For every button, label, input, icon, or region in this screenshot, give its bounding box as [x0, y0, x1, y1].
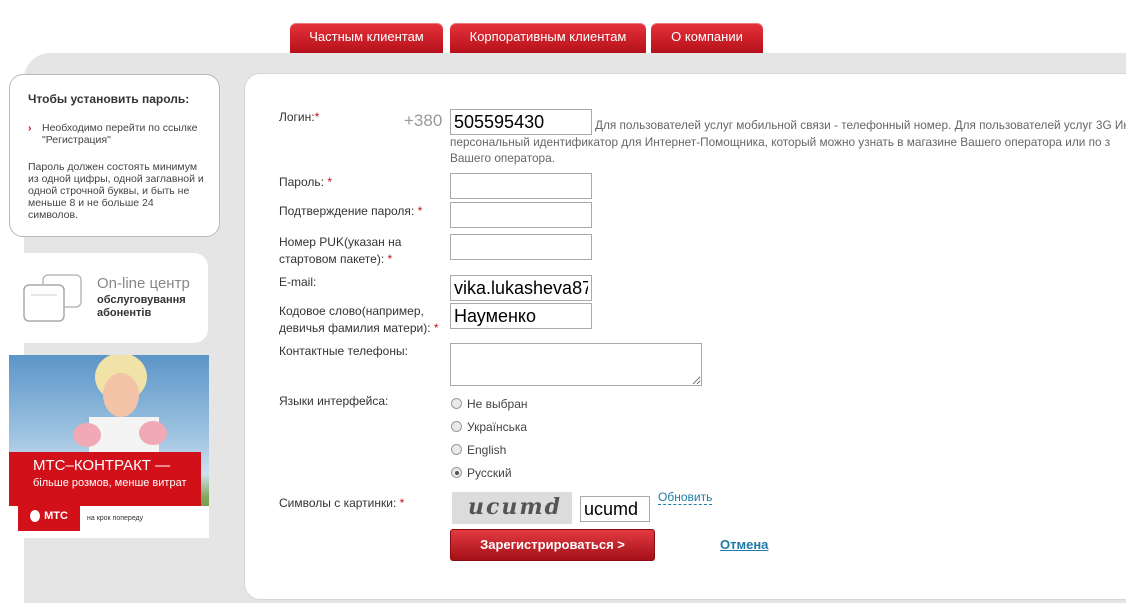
- password-info-bullet: › Необходимо перейти по ссылке "Регистра…: [28, 122, 198, 146]
- password-rules: Пароль должен состоять минимум из одной …: [28, 161, 204, 221]
- online-center-subtitle: обслуговування абонентів: [97, 294, 186, 319]
- radio-icon: [451, 444, 462, 455]
- mts-egg-icon: [30, 510, 41, 523]
- language-radio-ukrainian[interactable]: Українська: [451, 420, 527, 434]
- captcha-refresh-link[interactable]: Обновить: [658, 490, 713, 505]
- confirm-password-input[interactable]: [450, 202, 592, 228]
- radio-selected-icon: [451, 467, 462, 478]
- registration-hint: Необходимо перейти по ссылке "Регистраци…: [42, 122, 198, 146]
- codeword-label: Кодовое слово(например, девичья фамилия …: [279, 304, 439, 335]
- email-label: E-mail:: [279, 275, 317, 289]
- codeword-input[interactable]: [450, 303, 592, 329]
- language-radio-russian[interactable]: Русский: [451, 466, 512, 480]
- chat-windows-icon: [23, 274, 82, 322]
- mts-logo: МТС: [18, 501, 80, 531]
- bullet-arrow-icon: ›: [28, 122, 32, 134]
- cancel-link[interactable]: Отмена: [720, 537, 768, 552]
- login-hint-line3: Вашего оператора.: [450, 151, 555, 165]
- password-info-box: Чтобы установить пароль: › Необходимо пе…: [9, 74, 220, 237]
- language-radio-none[interactable]: Не выбран: [451, 397, 528, 411]
- password-input[interactable]: [450, 173, 592, 199]
- radio-icon: [451, 421, 462, 432]
- banner-woman-image: [73, 355, 167, 455]
- captcha-input[interactable]: [580, 496, 650, 522]
- password-info-title: Чтобы установить пароль:: [28, 92, 190, 106]
- captcha-label: Символы с картинки: *: [279, 496, 405, 510]
- login-label: Логин:*: [279, 110, 320, 124]
- online-center-title: On-line центр: [97, 275, 190, 292]
- contact-phones-label: Контактные телефоны:: [279, 344, 408, 358]
- email-input[interactable]: [450, 275, 592, 301]
- tab-about-company[interactable]: О компании: [651, 23, 763, 53]
- puk-label: Номер PUK(указан на стартовом пакете): *: [279, 235, 402, 266]
- banner-headline: МТС–КОНТРАКТ —: [33, 457, 171, 474]
- online-center-link[interactable]: On-line центр обслуговування абонентів: [9, 253, 208, 343]
- radio-icon: [451, 398, 462, 409]
- login-hint-line1: Для пользователей услуг мобильной связи …: [595, 118, 1126, 132]
- mts-contract-banner[interactable]: МТС–КОНТРАКТ — більше розмов, менше витр…: [9, 355, 209, 538]
- confirm-password-label: Подтверждение пароля: *: [279, 204, 423, 218]
- tab-corporate-clients[interactable]: Корпоративным клиентам: [450, 23, 646, 53]
- login-input[interactable]: [450, 109, 592, 135]
- phone-prefix: +380: [404, 111, 443, 130]
- register-button[interactable]: Зарегистрироваться >: [450, 529, 655, 561]
- puk-input[interactable]: [450, 234, 592, 260]
- banner-subline: більше розмов, менше витрат: [33, 477, 187, 489]
- tab-private-clients[interactable]: Частным клиентам: [290, 23, 443, 53]
- login-hint-line2: персональный идентификатор для Интернет-…: [450, 135, 1111, 149]
- language-radio-english[interactable]: English: [451, 443, 506, 457]
- contact-phones-textarea[interactable]: [450, 343, 702, 386]
- banner-slogan: на крок попереду: [87, 515, 144, 522]
- password-label: Пароль: *: [279, 175, 332, 189]
- captcha-image: ucumd: [452, 492, 572, 524]
- interface-language-label: Языки интерфейса:: [279, 394, 389, 408]
